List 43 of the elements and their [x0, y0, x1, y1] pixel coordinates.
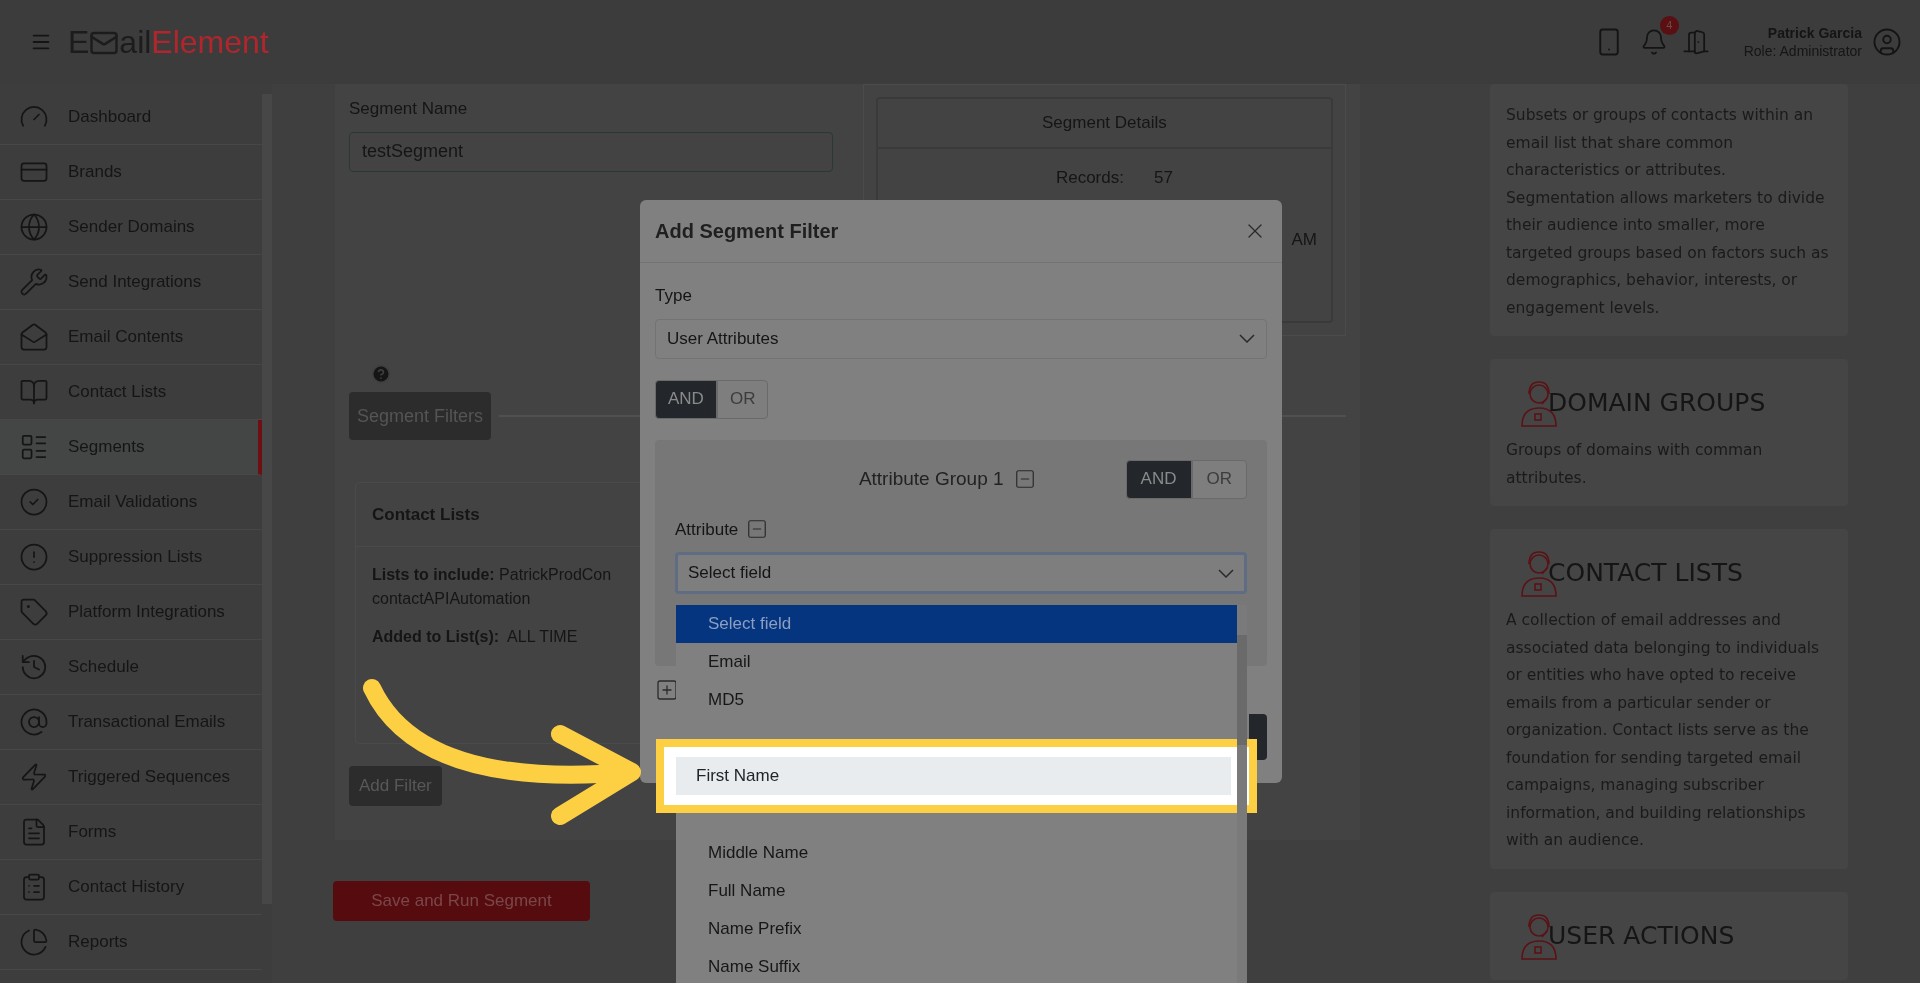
scrollbar-thumb[interactable]	[262, 94, 272, 904]
tag-icon	[19, 597, 49, 627]
option-item[interactable]: MD5	[676, 680, 1237, 719]
remove-attribute-icon[interactable]	[746, 518, 769, 541]
list-icon	[19, 432, 49, 462]
attribute-select[interactable]: Select field	[675, 552, 1247, 594]
scrollbar-thumb[interactable]	[1237, 634, 1247, 745]
chevron-down-icon	[1239, 334, 1255, 343]
pie-chart-icon	[19, 927, 49, 957]
chevron-down-icon	[1218, 568, 1234, 578]
logic-toggle[interactable]: OR	[1191, 459, 1247, 499]
save-run-button[interactable]: Save and Run Segment	[333, 881, 590, 921]
lightning-icon	[19, 762, 49, 792]
envelope-icon	[19, 322, 49, 352]
option-item[interactable]: Middle Name	[676, 833, 1237, 872]
door-icon[interactable]	[1681, 28, 1710, 56]
notification-badge: 4	[1659, 16, 1679, 35]
history-icon	[19, 652, 49, 682]
modal-title: Add Segment Filter	[655, 219, 839, 244]
option-item[interactable]: Full Name	[676, 871, 1237, 910]
remove-group-icon[interactable]	[1013, 468, 1036, 490]
field-label: Type	[655, 285, 693, 307]
logic-toggle[interactable]: OR	[716, 379, 769, 419]
attribute-label: Attribute	[675, 518, 739, 541]
option-item[interactable]: Name Prefix	[676, 909, 1237, 948]
alert-icon	[19, 542, 49, 572]
type-select[interactable]: User Attributes	[655, 318, 1267, 359]
option-item[interactable]: First Name	[676, 757, 1231, 795]
globe-icon	[19, 212, 49, 242]
logo-text: Element	[151, 26, 269, 58]
wrench-icon	[19, 267, 49, 297]
logic-toggle[interactable]: AND	[655, 379, 717, 419]
at-sign-icon	[19, 707, 49, 737]
logic-toggle[interactable]: AND	[1125, 459, 1192, 499]
group-title: Attribute Group 1	[858, 466, 1004, 491]
add-group-icon[interactable]	[655, 677, 679, 702]
help-icon[interactable]	[371, 364, 391, 384]
book-icon	[19, 377, 49, 407]
option-item[interactable]: Email	[676, 642, 1237, 681]
check-circle-icon	[19, 487, 49, 517]
option-item[interactable]: Name Suffix	[676, 947, 1237, 983]
user-avatar-icon[interactable]	[1872, 27, 1902, 57]
option-item[interactable]: Select field	[676, 604, 1237, 643]
